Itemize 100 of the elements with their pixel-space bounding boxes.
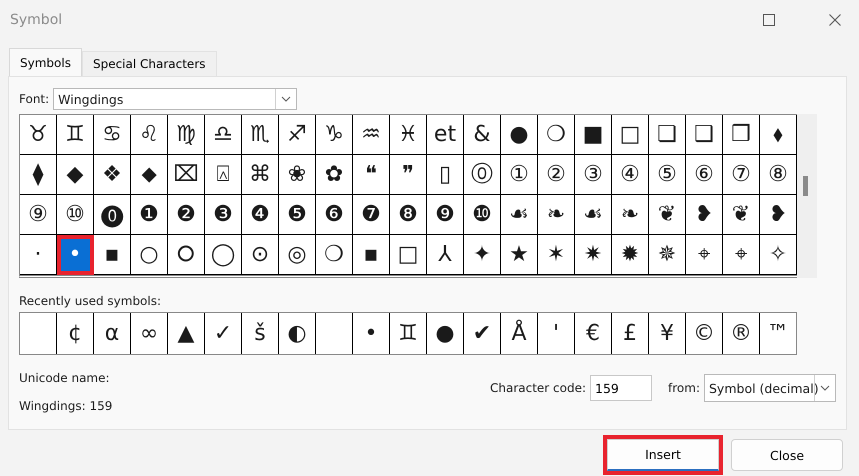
- symbol-cell[interactable]: ·: [20, 235, 57, 275]
- symbol-cell[interactable]: ⑩: [57, 195, 94, 235]
- symbol-cell[interactable]: ♌: [131, 115, 168, 155]
- symbol-cell[interactable]: ❦: [649, 195, 686, 235]
- symbol-cell[interactable]: ❥: [760, 195, 797, 235]
- symbol-cell[interactable]: ▪: [353, 235, 390, 275]
- symbol-cell[interactable]: ●: [501, 115, 538, 155]
- tab[interactable]: Special Characters: [82, 51, 216, 76]
- symbol-cell[interactable]: ❧: [612, 195, 649, 235]
- character-code-field[interactable]: 159: [590, 375, 652, 401]
- window-title: Symbol: [10, 12, 64, 28]
- symbol-cell[interactable]: ②: [538, 155, 575, 195]
- symbol-cell[interactable]: ❿: [464, 195, 501, 235]
- symbol-cell[interactable]: ❍: [538, 115, 575, 155]
- symbol-cell[interactable]: ⑤: [649, 155, 686, 195]
- symbol-cell[interactable]: ❶: [131, 195, 168, 235]
- symbol-cell[interactable]: ❒: [723, 115, 760, 155]
- symbol-cell[interactable]: ○: [131, 235, 168, 275]
- symbol-cell[interactable]: ✿: [316, 155, 353, 195]
- symbol-cell[interactable]: □: [390, 235, 427, 275]
- symbol-cell[interactable]: ⓪: [464, 155, 501, 195]
- character-code-label: Character code:: [490, 381, 586, 395]
- symbol-cell[interactable]: &: [464, 115, 501, 155]
- symbol-cell[interactable]: ♋: [94, 115, 131, 155]
- symbol-cell[interactable]: ❞: [390, 155, 427, 195]
- symbol-cell[interactable]: •: [57, 235, 94, 275]
- symbol-cell[interactable]: ❥: [686, 195, 723, 235]
- symbol-cell[interactable]: ⑨: [20, 195, 57, 235]
- symbol-cell[interactable]: ⊙: [242, 235, 279, 275]
- symbol-cell[interactable]: ❹: [242, 195, 279, 235]
- symbol-cell[interactable]: ▯: [427, 155, 464, 195]
- symbol-cell[interactable]: ☙: [575, 195, 612, 235]
- close-button[interactable]: Close: [731, 439, 843, 471]
- symbol-cell[interactable]: ◎: [279, 235, 316, 275]
- scrollbar-thumb[interactable]: [803, 176, 808, 196]
- symbol-cell[interactable]: ❑: [686, 115, 723, 155]
- symbol-cell[interactable]: ✹: [612, 235, 649, 275]
- symbol-cell[interactable]: ⬧: [760, 115, 797, 155]
- symbol-cell[interactable]: ❺: [279, 195, 316, 235]
- symbol-cell[interactable]: ♊: [57, 115, 94, 155]
- symbol-cell[interactable]: et: [427, 115, 464, 155]
- symbol-cell[interactable]: ♏: [242, 115, 279, 155]
- symbol-cell[interactable]: ⑦: [723, 155, 760, 195]
- maximize-icon[interactable]: [763, 14, 775, 26]
- symbol-cell[interactable]: ❸: [205, 195, 242, 235]
- symbol-cell[interactable]: ④: [612, 155, 649, 195]
- symbol-cell[interactable]: ⌖: [723, 235, 760, 275]
- symbol-cell[interactable]: ♒: [353, 115, 390, 155]
- symbol-cell[interactable]: ⑧: [760, 155, 797, 195]
- symbol-cell[interactable]: ◆: [57, 155, 94, 195]
- symbol-cell[interactable]: ♑: [316, 115, 353, 155]
- symbol-cell[interactable]: ⅄: [427, 235, 464, 275]
- symbol-cell[interactable]: ❽: [390, 195, 427, 235]
- caret-icon: [281, 96, 292, 102]
- from-dropdown[interactable]: Symbol (decimal): [704, 374, 836, 402]
- symbol-cell[interactable]: ♓: [390, 115, 427, 155]
- symbol-cell[interactable]: ❖: [94, 155, 131, 195]
- symbol-cell[interactable]: ⌖: [686, 235, 723, 275]
- symbol-cell[interactable]: ①: [501, 155, 538, 195]
- tab[interactable]: Symbols: [9, 48, 82, 76]
- symbol-cell[interactable]: ❷: [168, 195, 205, 235]
- symbol-cell[interactable]: ❝: [353, 155, 390, 195]
- symbol-cell[interactable]: ❧: [538, 195, 575, 235]
- symbol-cell[interactable]: ⓿: [94, 195, 131, 235]
- symbol-cell[interactable]: ♍: [168, 115, 205, 155]
- symbol-cell[interactable]: ♐: [279, 115, 316, 155]
- symbol-cell[interactable]: ◯: [205, 235, 242, 275]
- symbol-cell[interactable]: ⍓: [205, 155, 242, 195]
- symbol-cell[interactable]: ❾: [427, 195, 464, 235]
- symbol-cell[interactable]: □: [612, 115, 649, 155]
- symbol-cell[interactable]: ■: [575, 115, 612, 155]
- symbol-cell[interactable]: ⧫: [20, 155, 57, 195]
- symbol-cell[interactable]: ♉: [20, 115, 57, 155]
- symbol-cell[interactable]: ✧: [760, 235, 797, 275]
- close-icon[interactable]: [829, 14, 841, 26]
- symbol-cell[interactable]: ✦: [464, 235, 501, 275]
- symbol-cell[interactable]: ⑥: [686, 155, 723, 195]
- unicode-name-label: Unicode name:: [19, 371, 111, 385]
- symbol-cell[interactable]: ❍: [316, 235, 353, 275]
- symbol-cell[interactable]: ✶: [538, 235, 575, 275]
- symbol-cell[interactable]: ⌘: [242, 155, 279, 195]
- font-dropdown[interactable]: Wingdings: [53, 88, 298, 110]
- symbol-cell[interactable]: ⭘: [168, 235, 205, 275]
- font-label: Font:: [19, 92, 50, 106]
- symbol-cell[interactable]: ♎: [205, 115, 242, 155]
- unicode-name-value: Wingdings: 159: [19, 399, 112, 413]
- symbol-cell[interactable]: ③: [575, 155, 612, 195]
- symbol-cell[interactable]: ❦: [723, 195, 760, 235]
- symbol-cell[interactable]: ✷: [575, 235, 612, 275]
- symbol-cell[interactable]: ☙: [501, 195, 538, 235]
- symbol-cell[interactable]: ❏: [649, 115, 686, 155]
- symbol-cell[interactable]: ▪: [94, 235, 131, 275]
- symbol-cell[interactable]: ❀: [279, 155, 316, 195]
- symbol-cell[interactable]: ⬥: [131, 155, 168, 195]
- symbol-cell[interactable]: ⌧: [168, 155, 205, 195]
- scrollbar[interactable]: [797, 114, 817, 278]
- symbol-cell[interactable]: ❻: [316, 195, 353, 235]
- symbol-cell[interactable]: ❼: [353, 195, 390, 235]
- symbol-cell[interactable]: ✵: [649, 235, 686, 275]
- symbol-cell[interactable]: ★: [501, 235, 538, 275]
